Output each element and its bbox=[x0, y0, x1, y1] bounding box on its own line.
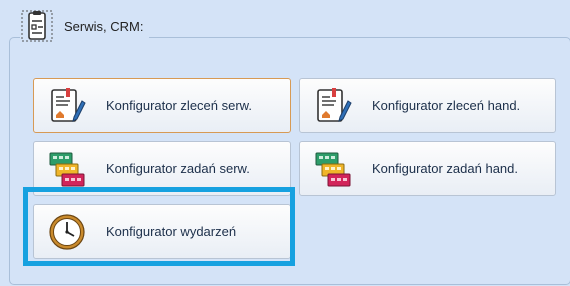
konfigurator-zlecen-hand-button[interactable]: Konfigurator zleceń hand. bbox=[299, 78, 556, 133]
group-header: Serwis, CRM: bbox=[20, 9, 150, 43]
order-document-pen-icon bbox=[317, 87, 352, 122]
button-label: Konfigurator zleceń serw. bbox=[106, 98, 252, 113]
konfigurator-zlecen-serw-button[interactable]: Konfigurator zleceń serw. bbox=[33, 78, 291, 133]
button-label: Konfigurator zleceń hand. bbox=[372, 98, 521, 113]
button-label: Konfigurator zadań hand. bbox=[372, 161, 518, 176]
service-document-icon bbox=[20, 9, 54, 43]
order-document-pen-icon bbox=[51, 87, 86, 122]
group-title: Serwis, CRM: bbox=[64, 18, 144, 34]
task-stack-icon bbox=[49, 152, 85, 186]
button-label: Konfigurator zadań serw. bbox=[106, 161, 250, 176]
task-stack-icon bbox=[315, 152, 351, 186]
selection-highlight bbox=[23, 187, 295, 266]
konfigurator-zadan-hand-button[interactable]: Konfigurator zadań hand. bbox=[299, 141, 556, 196]
